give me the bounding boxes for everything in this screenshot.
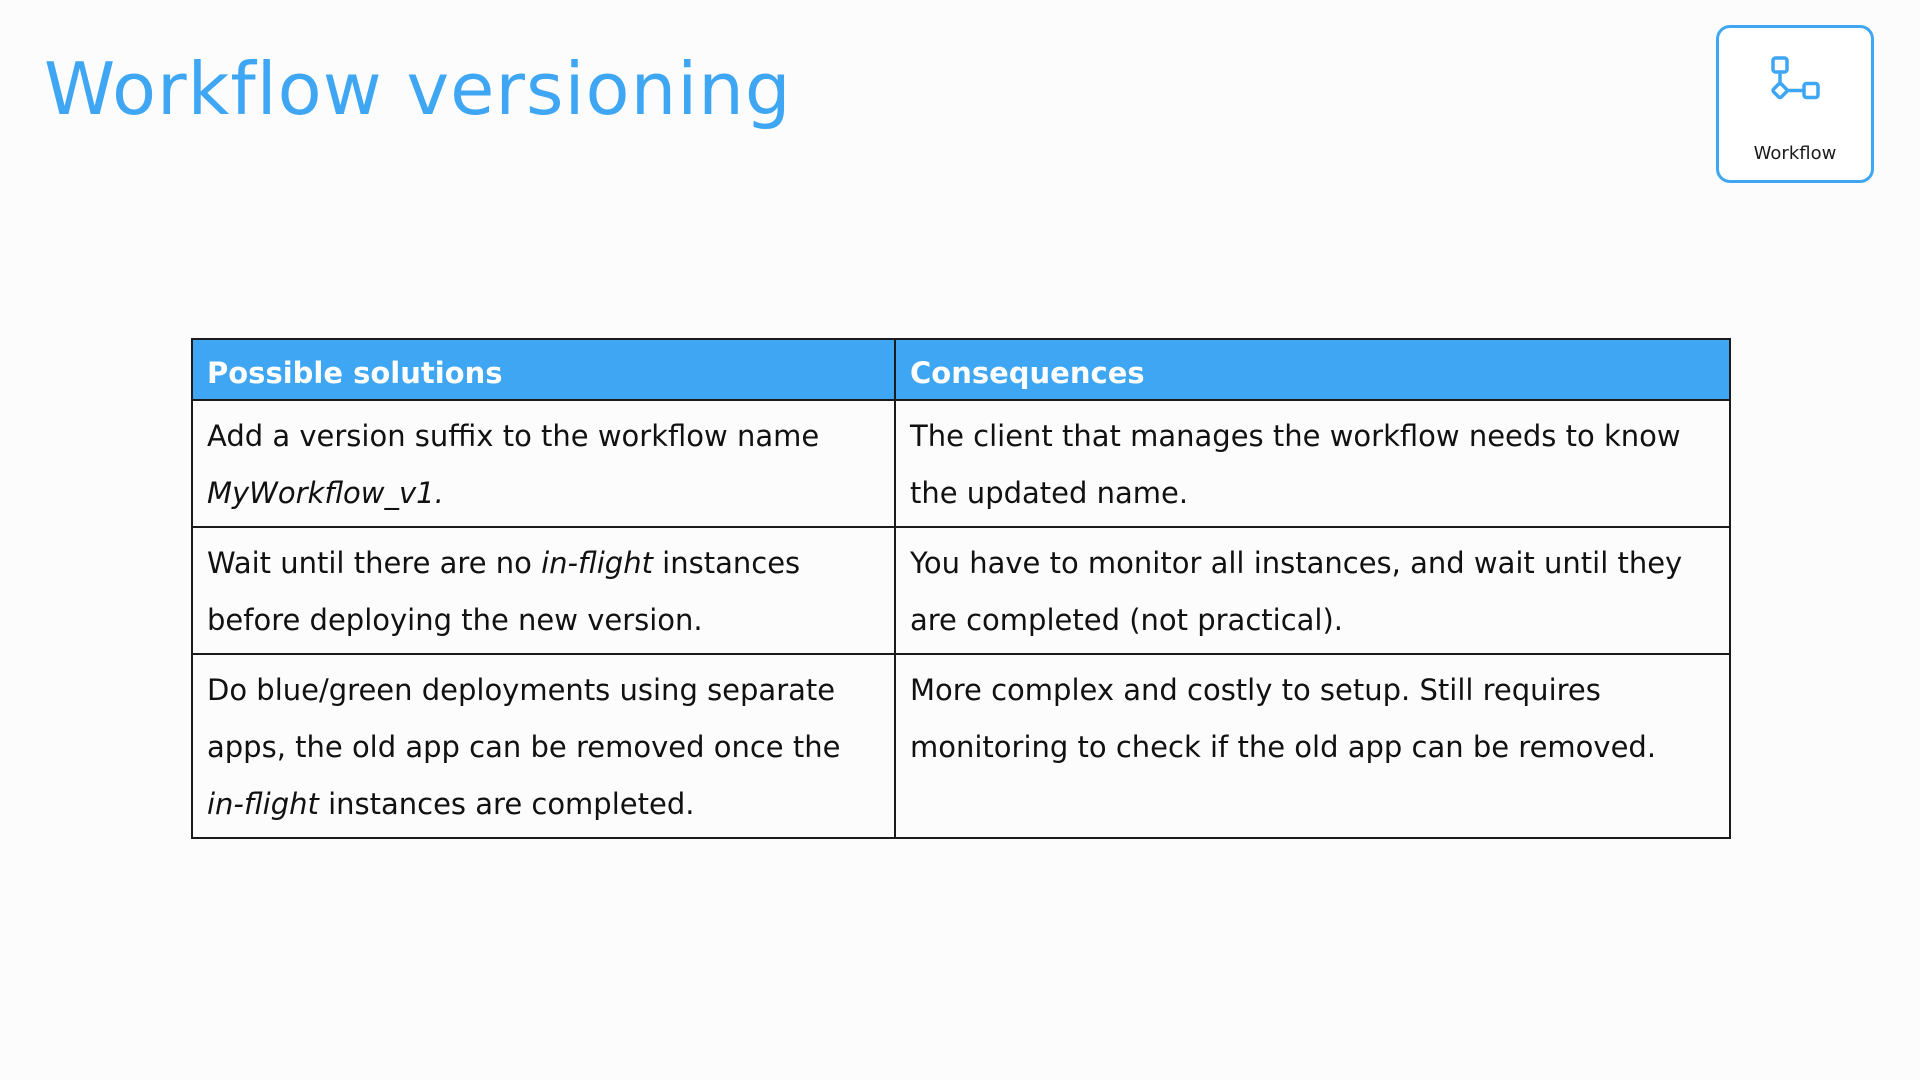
solution-cell: Add a version suffix to the workflow nam… [191, 399, 896, 528]
page-title: Workflow versioning [44, 47, 792, 131]
header-possible-solutions: Possible solutions [191, 338, 896, 401]
solutions-table-container: Possible solutions Consequences Add a ve… [191, 338, 1731, 839]
solution-cell: Do blue/green deployments using separate… [191, 653, 896, 839]
consequence-cell: The client that manages the workflow nee… [894, 399, 1731, 528]
table-header-row: Possible solutions Consequences [191, 338, 1731, 401]
table-row: Wait until there are no in-flight instan… [191, 526, 1731, 655]
workflow-icon [1771, 56, 1820, 100]
solution-emphasis: MyWorkflow_v1. [207, 476, 444, 510]
table-row: Do blue/green deployments using separate… [191, 653, 1731, 839]
table-row: Add a version suffix to the workflow nam… [191, 399, 1731, 528]
consequence-cell: More complex and costly to setup. Still … [894, 653, 1731, 839]
solutions-table: Possible solutions Consequences Add a ve… [191, 338, 1731, 839]
solution-emphasis: in-flight [207, 787, 319, 821]
solution-emphasis: in-flight [541, 546, 653, 580]
solution-text-after: instances are completed. [318, 787, 695, 821]
solution-text: Do blue/green deployments using separate… [207, 673, 841, 764]
workflow-badge: Workflow [1716, 25, 1874, 183]
solution-text: Wait until there are no [207, 546, 542, 580]
consequence-cell: You have to monitor all instances, and w… [894, 526, 1731, 655]
solution-cell: Wait until there are no in-flight instan… [191, 526, 896, 655]
header-consequences: Consequences [894, 338, 1731, 401]
badge-label: Workflow [1753, 143, 1837, 164]
solution-text: Add a version suffix to the workflow nam… [207, 419, 820, 453]
